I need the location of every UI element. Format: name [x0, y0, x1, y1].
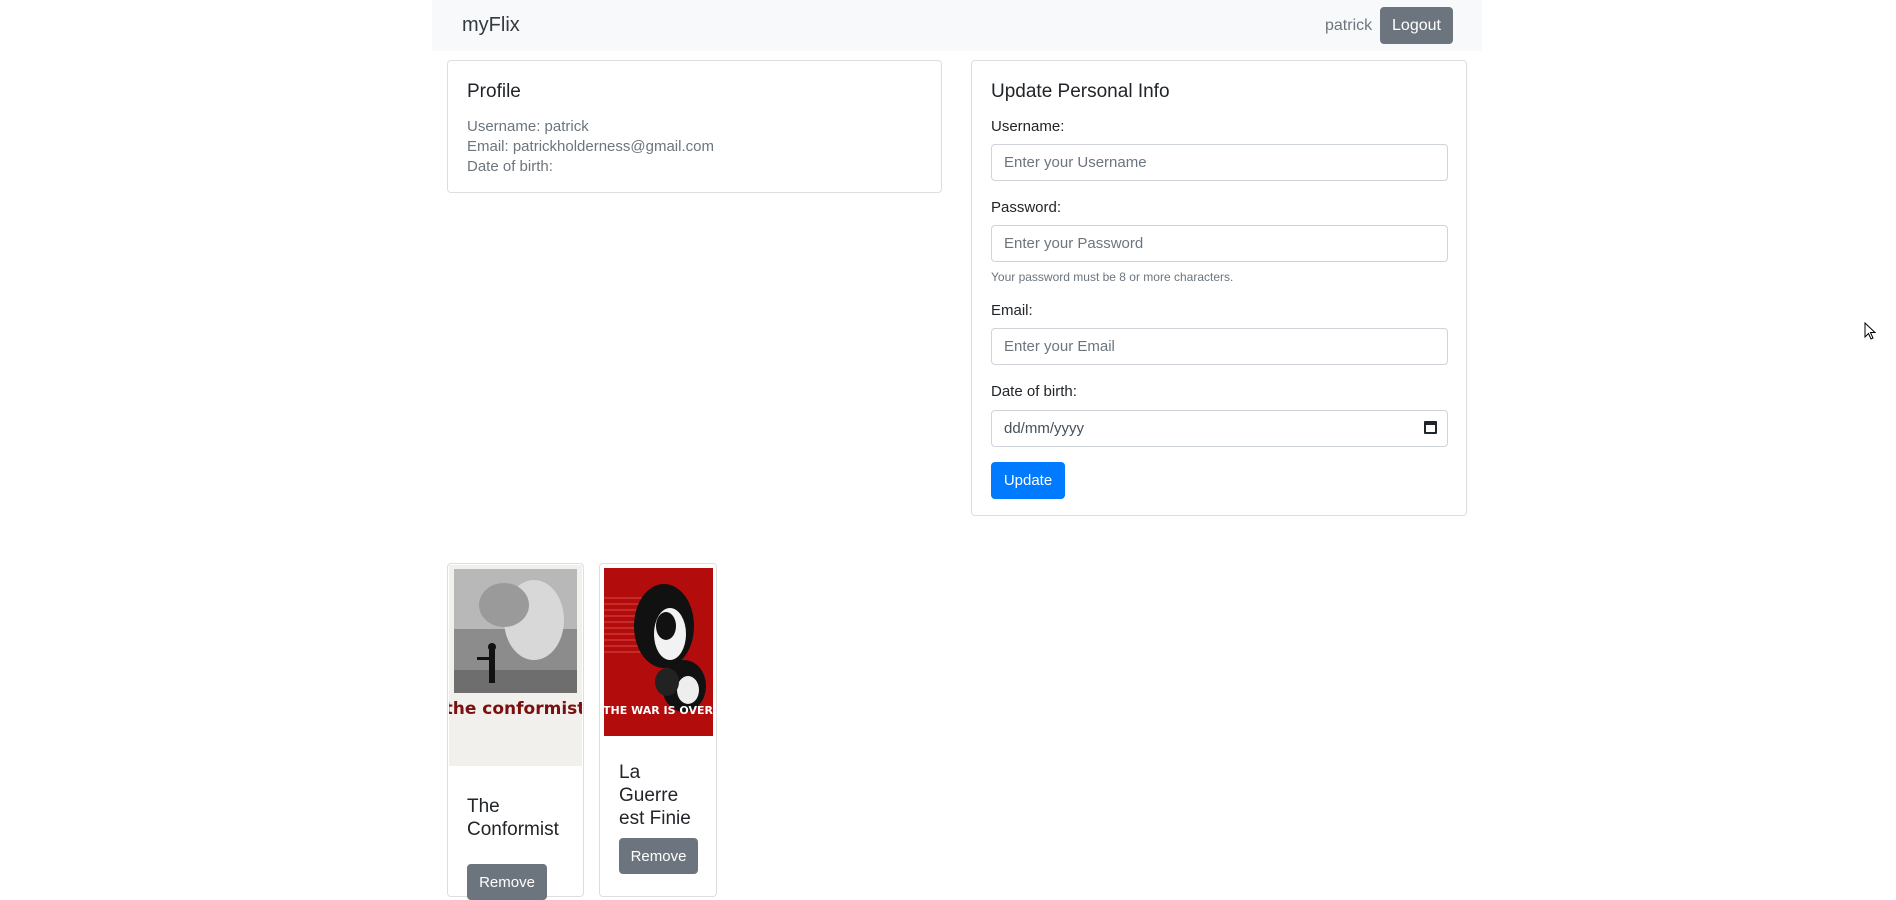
- movie-poster[interactable]: the conformist: [449, 565, 582, 766]
- username-label: Username:: [991, 118, 1065, 135]
- dob-placeholder: dd/mm/yyyy: [1004, 420, 1085, 437]
- profile-title: Profile: [467, 81, 521, 102]
- poster-title-text: THE WAR IS OVER: [604, 704, 713, 717]
- password-label: Password:: [991, 199, 1062, 216]
- movie-title[interactable]: La Guerre est Finie: [619, 761, 704, 830]
- calendar-icon[interactable]: [1424, 421, 1437, 434]
- poster-title-text: the conformist: [449, 699, 582, 719]
- dob-label: Date of birth:: [991, 383, 1077, 400]
- favorite-movie-card: the conformist The Conformist Remove: [447, 563, 584, 900]
- username-input[interactable]: [991, 144, 1448, 181]
- movie-title[interactable]: The Conformist: [467, 795, 577, 841]
- profile-username: Username: patrick: [467, 118, 589, 135]
- profile-dob: Date of birth:: [467, 158, 553, 175]
- email-input[interactable]: [991, 328, 1448, 365]
- nav-username[interactable]: patrick: [1325, 17, 1372, 35]
- brand-logo[interactable]: myFlix: [462, 14, 520, 37]
- password-help-text: Your password must be 8 or more characte…: [991, 270, 1234, 284]
- update-info-title: Update Personal Info: [991, 81, 1170, 102]
- logout-button[interactable]: Logout: [1380, 7, 1453, 44]
- favorite-movie-card: THE WAR IS OVER La Guerre est Finie Remo…: [599, 563, 717, 897]
- profile-card: Profile Username: patrick Email: patrick…: [447, 60, 942, 193]
- remove-favorite-button[interactable]: Remove: [467, 864, 547, 900]
- remove-favorite-button[interactable]: Remove: [619, 838, 698, 874]
- profile-email: Email: patrickholderness@gmail.com: [467, 138, 714, 155]
- update-button[interactable]: Update: [991, 462, 1065, 499]
- password-input[interactable]: [991, 225, 1448, 262]
- update-info-card: Update Personal Info Username: Password:…: [971, 60, 1467, 516]
- dob-input[interactable]: dd/mm/yyyy: [991, 410, 1448, 447]
- navbar: myFlix patrick Logout: [432, 0, 1482, 51]
- mouse-cursor-icon: [1864, 322, 1876, 340]
- email-label: Email:: [991, 302, 1033, 319]
- movie-poster[interactable]: THE WAR IS OVER: [604, 568, 713, 736]
